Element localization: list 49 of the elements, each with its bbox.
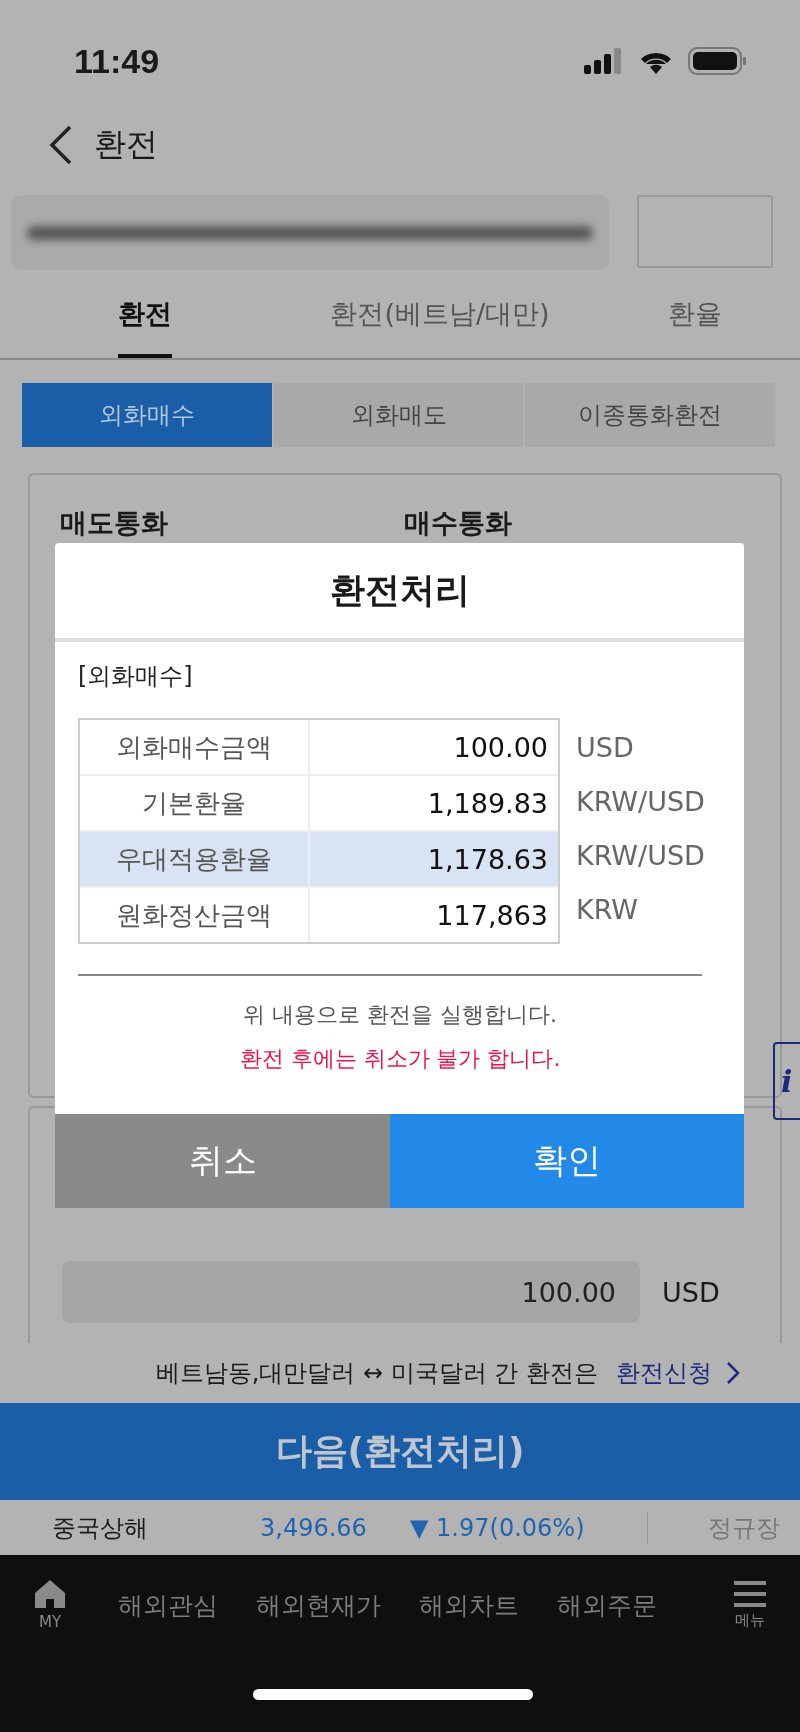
- menu-icon: [734, 1580, 766, 1607]
- session-label: 정규장: [647, 1511, 780, 1544]
- dialog-title: 환전처리: [55, 543, 744, 642]
- row-unit: KRW/USD: [576, 784, 705, 819]
- notice-text: 베트남동,대만달러 ↔ 미국달러 간 환전은: [155, 1358, 598, 1389]
- tab[interactable]: 환전(베트남/대만): [290, 270, 590, 358]
- row-value: 100.00: [452, 731, 549, 763]
- menu-tab[interactable]: 메뉴: [720, 1579, 780, 1631]
- back-icon[interactable]: [48, 125, 72, 165]
- cancel-button[interactable]: 취소: [55, 1114, 390, 1208]
- row-label: 원화정산금액: [80, 888, 310, 942]
- index-change: ▼ 1.97: [410, 1513, 490, 1542]
- currency-unit: USD: [662, 1276, 720, 1308]
- nav-item[interactable]: 해외현재가: [256, 1588, 381, 1622]
- segment-tab[interactable]: 외화매도: [273, 383, 524, 447]
- battery-icon: [688, 47, 746, 75]
- row-unit: KRW: [576, 892, 640, 927]
- confirm-message: 위 내용으로 환전을 실행합니다.: [243, 1002, 557, 1027]
- row-unit: USD: [576, 730, 635, 765]
- signal-icon: [584, 48, 624, 74]
- nav-item[interactable]: 해외관심: [118, 1588, 218, 1622]
- page-title: 환전: [94, 124, 158, 165]
- index-name: 중국상해: [52, 1512, 149, 1544]
- segment-tab[interactable]: 이종통화환전: [525, 383, 775, 447]
- index-price: 3,496.66: [260, 1513, 368, 1542]
- index-percent: (0.06%): [489, 1513, 585, 1542]
- home-icon: [34, 1579, 66, 1609]
- tab[interactable]: 환전: [0, 270, 290, 358]
- tab[interactable]: 환율: [590, 270, 800, 358]
- chevron-icon: [726, 1361, 740, 1385]
- row-unit: KRW/USD: [576, 838, 705, 873]
- row-value: 1,189.83: [426, 787, 549, 819]
- status-time: 11:49: [74, 41, 160, 81]
- home-tab[interactable]: MY: [20, 1578, 80, 1632]
- confirm-button[interactable]: 확인: [390, 1114, 744, 1208]
- blurred-account-field[interactable]: [11, 195, 609, 270]
- nav-item[interactable]: 해외주문: [557, 1588, 657, 1622]
- section-label: [외화매수]: [78, 661, 194, 692]
- nav-item[interactable]: 해외차트: [419, 1588, 519, 1622]
- segment-tab[interactable]: 외화매수: [22, 383, 272, 447]
- next-button[interactable]: 다음(환전처리): [0, 1403, 800, 1500]
- info-tab[interactable]: i: [773, 1042, 800, 1120]
- warning-message: 환전 후에는 취소가 불가 합니다.: [239, 1046, 561, 1071]
- apply-link[interactable]: 환전신청: [616, 1357, 740, 1389]
- row-value: 1,178.63: [426, 843, 549, 875]
- field-label: 매수통화: [404, 506, 513, 540]
- amount-field[interactable]: 100.00: [62, 1261, 640, 1323]
- field-label: 매도통화: [60, 506, 169, 540]
- row-value: 117,863: [435, 899, 549, 931]
